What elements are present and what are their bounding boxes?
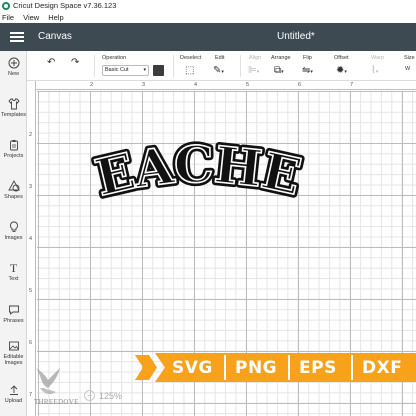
redo-icon[interactable]: ↷: [71, 58, 79, 68]
sidebar-item-new[interactable]: New: [0, 57, 27, 77]
ruler-tick-label: 6: [298, 82, 302, 88]
toolbar-divider: [173, 55, 174, 77]
toolbar-divider: [94, 55, 95, 77]
ruler-tick-label: 3: [142, 82, 146, 88]
ruler-tick-label: 2: [29, 132, 33, 138]
teacher-text-design[interactable]: TEACHER TEACHER: [80, 138, 320, 220]
menu-bar: File View Help: [0, 11, 416, 23]
arrange-icon[interactable]: ⧉▾: [274, 66, 284, 76]
sidebar-item-label: Text: [8, 276, 19, 282]
ruler-tick-label: 5: [246, 82, 250, 88]
format-divider: [288, 355, 290, 380]
format-dxf: DXF: [362, 358, 403, 378]
sidebar-item-label: Upload: [4, 398, 23, 404]
sidebar-item-upload[interactable]: Upload: [0, 384, 27, 404]
menu-file[interactable]: File: [2, 13, 14, 22]
app-title: Cricut Design Space v7.36.123: [13, 1, 117, 10]
editable-image-icon: [8, 340, 20, 352]
align-label: Align: [249, 55, 262, 61]
deselect-label: Deselect: [180, 55, 202, 61]
flip-label: Flip: [303, 55, 312, 61]
hamburger-menu-icon[interactable]: [10, 32, 24, 42]
menu-view[interactable]: View: [23, 13, 39, 22]
ruler-tick-label: 6: [29, 340, 33, 346]
zoom-out-icon[interactable]: −: [84, 390, 95, 401]
document-title[interactable]: Untitled*: [277, 31, 315, 42]
shirt-icon: [7, 98, 20, 110]
ruler-tick-label: 4: [194, 82, 198, 88]
format-svg: SVG: [172, 358, 213, 378]
flip-icon[interactable]: ⇋▾: [302, 66, 313, 76]
edit-toolbar: ↶ ↷ Operation Basic Cut ▾ Deselect ⬚ Edi…: [27, 51, 416, 81]
sidebar-item-projects[interactable]: Projects: [0, 139, 27, 159]
app-header: Canvas Untitled*: [0, 23, 416, 51]
toolbar-divider: [240, 55, 241, 77]
format-divider: [351, 355, 353, 380]
edit-pen-icon[interactable]: ✎▾: [213, 66, 224, 76]
chevron-down-icon: ▾: [143, 67, 146, 73]
ruler-tick-label: 4: [29, 236, 33, 242]
zoom-control: − 125%: [84, 390, 122, 401]
dove-watermark-logo: [36, 368, 60, 395]
shapes-icon: [7, 180, 20, 192]
clipboard-icon: [8, 139, 20, 151]
sidebar-item-text[interactable]: T Text: [0, 262, 27, 282]
section-title: Canvas: [38, 31, 72, 42]
ruler-tick-label: 3: [29, 184, 33, 190]
warp-icon[interactable]: ⌇▾: [371, 66, 378, 76]
sidebar-item-templates[interactable]: Templates: [0, 98, 27, 118]
ruler-tick-label: 5: [29, 288, 33, 294]
sidebar-item-label: Shapes: [4, 194, 23, 200]
ruler-tick-label: 7: [350, 82, 354, 88]
format-divider: [224, 355, 226, 380]
offset-icon[interactable]: ✹▾: [336, 66, 347, 76]
sidebar-item-label: New: [7, 71, 19, 77]
deselect-icon[interactable]: ⬚: [185, 66, 194, 76]
plus-circle-icon: [8, 57, 20, 69]
sidebar-item-shapes[interactable]: Shapes: [0, 180, 27, 200]
warp-label: Warp: [371, 55, 384, 61]
size-label: Size: [404, 55, 415, 61]
title-bar: Cricut Design Space v7.36.123: [0, 0, 416, 11]
sidebar-item-label: Projects: [3, 153, 24, 159]
sidebar-item-label: Images: [4, 235, 23, 241]
menu-help[interactable]: Help: [48, 13, 63, 22]
ruler-tick-label: 2: [90, 82, 94, 88]
undo-icon[interactable]: ↶: [47, 58, 55, 68]
operation-label: Operation: [102, 55, 127, 61]
sidebar-item-label: Editable Images: [3, 354, 24, 366]
speech-bubble-icon: [8, 304, 20, 316]
upload-icon: [8, 384, 20, 396]
format-png: PNG: [235, 358, 278, 378]
edit-label: Edit: [215, 55, 225, 61]
sidebar-item-phrases[interactable]: Phrases: [0, 304, 27, 324]
offset-label: Offset: [334, 55, 349, 61]
text-t-icon: T: [9, 261, 18, 275]
left-sidebar: New Templates Projects Shapes Images T T…: [0, 51, 27, 416]
watermark-text: THREEDOVE: [34, 398, 79, 406]
lightbulb-icon: [8, 221, 20, 233]
sidebar-item-images[interactable]: Images: [0, 221, 27, 241]
align-icon[interactable]: ⊫▾: [248, 66, 259, 76]
cricut-logo-icon: [2, 1, 10, 10]
operation-value: Basic Cut: [105, 67, 129, 73]
operation-color-swatch[interactable]: [153, 65, 164, 76]
zoom-value: 125%: [99, 390, 123, 401]
operation-select[interactable]: Basic Cut ▾: [102, 65, 149, 76]
sidebar-item-label: Templates: [0, 112, 27, 118]
format-eps: EPS: [299, 358, 337, 378]
arrange-label: Arrange: [271, 55, 291, 61]
size-width-label: W: [405, 66, 411, 72]
teacher-text-fill: TEACHER: [80, 138, 307, 208]
sidebar-item-label: Phrases: [3, 318, 24, 324]
ruler-horizontal: 2 3 4 5 6 7: [27, 81, 416, 90]
sidebar-item-editable-images[interactable]: Editable Images: [0, 340, 27, 366]
svg-text:TEACHER: TEACHER: [80, 138, 305, 207]
